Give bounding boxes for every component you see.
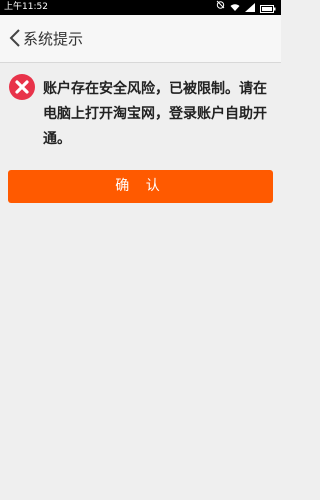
wifi-icon	[230, 3, 240, 12]
status-icons	[216, 0, 276, 15]
page-title: 系统提示	[23, 30, 84, 48]
back-button[interactable]	[8, 28, 22, 48]
status-bar: 上午11:52	[0, 0, 281, 15]
battery-icon	[260, 4, 276, 13]
signal-icon	[245, 3, 255, 12]
alert-text: 账户存在安全风险，已被限制。请在电脑上打开淘宝网，登录账户自助开通。	[43, 81, 267, 147]
status-time: 上午11:52	[4, 2, 48, 12]
chevron-left-icon	[9, 29, 20, 47]
error-x-icon	[8, 73, 36, 101]
nav-bar: 系统提示	[0, 15, 281, 63]
alarm-icon	[216, 0, 225, 15]
confirm-button[interactable]: 确 认	[8, 170, 273, 203]
